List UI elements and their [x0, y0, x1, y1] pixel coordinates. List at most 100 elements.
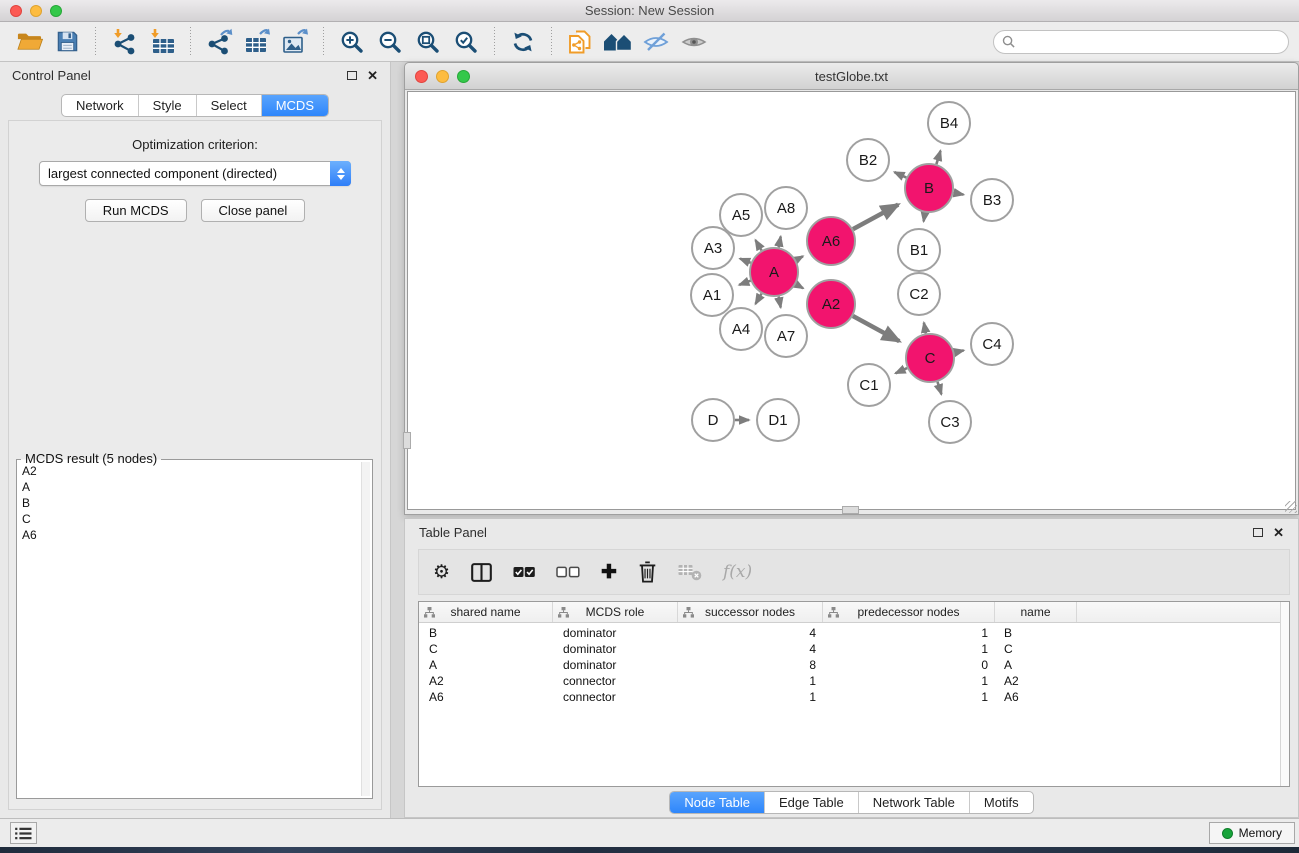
- cell-name: A6: [995, 690, 1077, 704]
- close-panel-icon[interactable]: ✕: [367, 69, 378, 82]
- list-item[interactable]: A6: [19, 527, 360, 543]
- edge-A-A4[interactable]: [756, 294, 762, 304]
- network-canvas[interactable]: AA1A2A3A4A5A6A7A8BB1B2B3B4CC1C2C3C4DD1: [407, 91, 1296, 510]
- tab-network-table[interactable]: Network Table: [859, 792, 970, 813]
- status-bar: Memory: [0, 818, 1299, 847]
- cell-predecessor-nodes: 1: [823, 626, 995, 640]
- table-panel-header: Table Panel ✕: [405, 519, 1298, 545]
- main-toolbar: [0, 22, 1299, 62]
- node-label-B2: B2: [859, 152, 877, 169]
- edge-C-C4[interactable]: [954, 350, 963, 352]
- cell-shared-name: A: [419, 658, 553, 672]
- export-image-icon[interactable]: [278, 26, 312, 58]
- dropdown-stepper-icon[interactable]: [330, 161, 351, 186]
- network-window-titlebar: testGlobe.txt: [405, 63, 1298, 90]
- tab-network[interactable]: Network: [62, 95, 139, 116]
- table-row[interactable]: A2 connector 1 1 A2: [419, 673, 1289, 689]
- column-header-successor-nodes[interactable]: successor nodes: [678, 602, 823, 622]
- column-header-mcds-role[interactable]: MCDS role: [553, 602, 678, 622]
- deselect-all-icon[interactable]: [556, 557, 580, 587]
- open-session-icon[interactable]: [12, 26, 46, 58]
- zoom-in-icon[interactable]: [335, 26, 369, 58]
- add-column-icon[interactable]: ✚: [601, 557, 617, 587]
- criterion-dropdown[interactable]: largest connected component (directed): [39, 161, 351, 186]
- window-resize-grip[interactable]: [1285, 501, 1297, 513]
- navigator-handle-left[interactable]: [403, 432, 411, 449]
- node-label-A3: A3: [704, 240, 722, 257]
- import-network-icon[interactable]: [107, 26, 141, 58]
- import-table-icon[interactable]: [145, 26, 179, 58]
- edge-B-B4[interactable]: [936, 151, 940, 164]
- table-settings-gear-icon[interactable]: ⚙: [433, 557, 450, 587]
- float-table-panel-icon[interactable]: [1253, 528, 1263, 537]
- toolbar-separator: [190, 27, 191, 57]
- edge-A6-B[interactable]: [853, 205, 898, 230]
- column-header-shared-name[interactable]: shared name: [419, 602, 553, 622]
- edge-A-A3[interactable]: [740, 259, 751, 263]
- task-history-button[interactable]: [10, 822, 37, 844]
- save-session-icon[interactable]: [50, 26, 84, 58]
- list-item[interactable]: A: [19, 479, 360, 495]
- list-item[interactable]: B: [19, 495, 360, 511]
- delete-table-icon[interactable]: [678, 557, 702, 587]
- table-row[interactable]: C dominator 4 1 C: [419, 641, 1289, 657]
- first-neighbors-icon[interactable]: [563, 26, 597, 58]
- edge-C-C1[interactable]: [896, 368, 908, 373]
- column-label: shared name: [450, 605, 520, 619]
- list-item[interactable]: A2: [19, 463, 360, 479]
- tab-select[interactable]: Select: [197, 95, 262, 116]
- edge-A-A6[interactable]: [796, 256, 803, 260]
- search-icon: [1002, 35, 1015, 48]
- tab-style[interactable]: Style: [139, 95, 197, 116]
- node-label-B1: B1: [910, 242, 928, 259]
- export-table-icon[interactable]: [240, 26, 274, 58]
- search-field[interactable]: [993, 30, 1289, 54]
- tab-motifs[interactable]: Motifs: [970, 792, 1033, 813]
- delete-column-trash-icon[interactable]: [638, 557, 657, 587]
- select-all-icon[interactable]: [513, 557, 535, 587]
- cell-name: B: [995, 626, 1077, 640]
- result-scrollbar[interactable]: [361, 462, 370, 796]
- column-label: successor nodes: [705, 605, 795, 619]
- search-input[interactable]: [1020, 35, 1280, 49]
- edge-C-C3[interactable]: [938, 382, 942, 394]
- memory-button[interactable]: Memory: [1209, 822, 1295, 844]
- column-view-icon[interactable]: [471, 557, 492, 587]
- toolbar-separator: [95, 27, 96, 57]
- list-item[interactable]: C: [19, 511, 360, 527]
- table-row[interactable]: A6 connector 1 1 A6: [419, 689, 1289, 705]
- close-panel-button[interactable]: Close panel: [201, 199, 306, 222]
- hide-unselected-eye-icon[interactable]: [639, 26, 673, 58]
- edge-A-A1[interactable]: [739, 281, 750, 285]
- edge-B-B3[interactable]: [954, 193, 964, 195]
- refresh-view-icon[interactable]: [506, 26, 540, 58]
- close-table-panel-icon[interactable]: ✕: [1273, 526, 1284, 539]
- edge-A-A2[interactable]: [796, 284, 803, 288]
- export-network-icon[interactable]: [202, 26, 236, 58]
- edge-A-A5[interactable]: [756, 240, 762, 250]
- table-row[interactable]: A dominator 8 0 A: [419, 657, 1289, 673]
- tab-node-table[interactable]: Node Table: [670, 792, 765, 813]
- edge-A-A7[interactable]: [779, 297, 781, 308]
- zoom-out-icon[interactable]: [373, 26, 407, 58]
- tab-edge-table[interactable]: Edge Table: [765, 792, 859, 813]
- column-header-predecessor-nodes[interactable]: predecessor nodes: [823, 602, 995, 622]
- criterion-value: largest connected component (directed): [48, 166, 277, 181]
- edge-A2-C[interactable]: [853, 316, 899, 341]
- column-header-name[interactable]: name: [995, 602, 1077, 622]
- run-mcds-button[interactable]: Run MCDS: [85, 199, 187, 222]
- edge-B-B2[interactable]: [894, 172, 906, 178]
- home-layout-icon[interactable]: [601, 26, 635, 58]
- tab-mcds[interactable]: MCDS: [262, 95, 328, 116]
- edge-A-A8[interactable]: [779, 237, 781, 248]
- show-all-eye-icon[interactable]: [677, 26, 711, 58]
- edge-C-C2[interactable]: [924, 323, 926, 334]
- float-panel-icon[interactable]: [347, 71, 357, 80]
- edge-B-B1[interactable]: [924, 213, 925, 222]
- table-scrollbar[interactable]: [1280, 602, 1289, 786]
- table-row[interactable]: B dominator 4 1 B: [419, 625, 1289, 641]
- zoom-selected-icon[interactable]: [449, 26, 483, 58]
- zoom-fit-icon[interactable]: [411, 26, 445, 58]
- function-builder-icon[interactable]: f(x): [723, 557, 752, 587]
- navigator-handle-bottom[interactable]: [842, 506, 859, 514]
